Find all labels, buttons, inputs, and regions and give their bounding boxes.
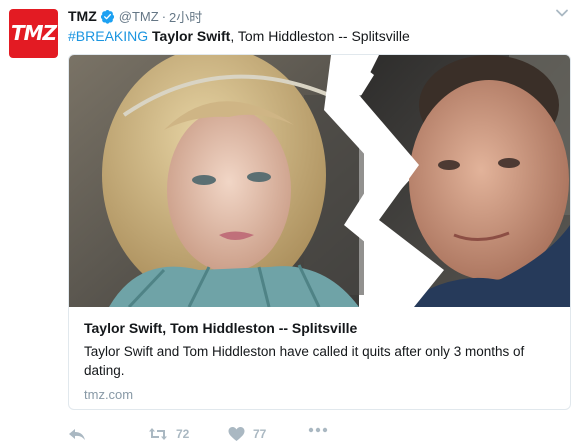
headline-rest: , Tom Hiddleston -- Splitsville bbox=[230, 28, 410, 44]
heart-icon bbox=[228, 427, 245, 441]
reply-button[interactable] bbox=[68, 426, 86, 442]
card-title[interactable]: Taylor Swift, Tom Hiddleston -- Splitsvi… bbox=[84, 320, 556, 336]
tmz-logo: TMZ bbox=[10, 21, 57, 45]
headline-bold: Taylor Swift bbox=[152, 28, 231, 44]
chevron-down-icon[interactable] bbox=[555, 6, 569, 20]
reply-icon bbox=[69, 429, 85, 440]
retweet-count: 72 bbox=[176, 427, 190, 441]
card-description: Taylor Swift and Tom Hiddleston have cal… bbox=[84, 344, 525, 378]
card-domain: tmz.com bbox=[84, 387, 134, 402]
more-button[interactable] bbox=[308, 426, 328, 434]
verified-badge-icon bbox=[100, 9, 114, 24]
hashtag-link[interactable]: #BREAKING bbox=[68, 28, 148, 44]
retweet-button[interactable]: 72 bbox=[148, 426, 189, 442]
like-button[interactable]: 77 bbox=[228, 426, 266, 442]
timestamp[interactable]: 2小时 bbox=[169, 7, 202, 26]
avatar[interactable]: TMZ bbox=[9, 9, 58, 58]
card-image[interactable] bbox=[69, 55, 570, 307]
tweet-text: #BREAKING Taylor Swift, Tom Hiddleston -… bbox=[68, 28, 410, 44]
more-icon bbox=[308, 427, 328, 433]
display-name[interactable]: TMZ bbox=[68, 8, 97, 24]
retweet-icon bbox=[149, 428, 167, 440]
handle[interactable]: @TMZ bbox=[119, 9, 159, 24]
separator-dot: · bbox=[161, 8, 167, 24]
like-count: 77 bbox=[253, 427, 267, 441]
card-body: Taylor Swift, Tom Hiddleston -- Splitsvi… bbox=[84, 320, 556, 402]
tweet-header: TMZ @TMZ · 2小时 bbox=[68, 7, 202, 25]
link-card[interactable]: Taylor Swift, Tom Hiddleston -- Splitsvi… bbox=[68, 54, 571, 410]
